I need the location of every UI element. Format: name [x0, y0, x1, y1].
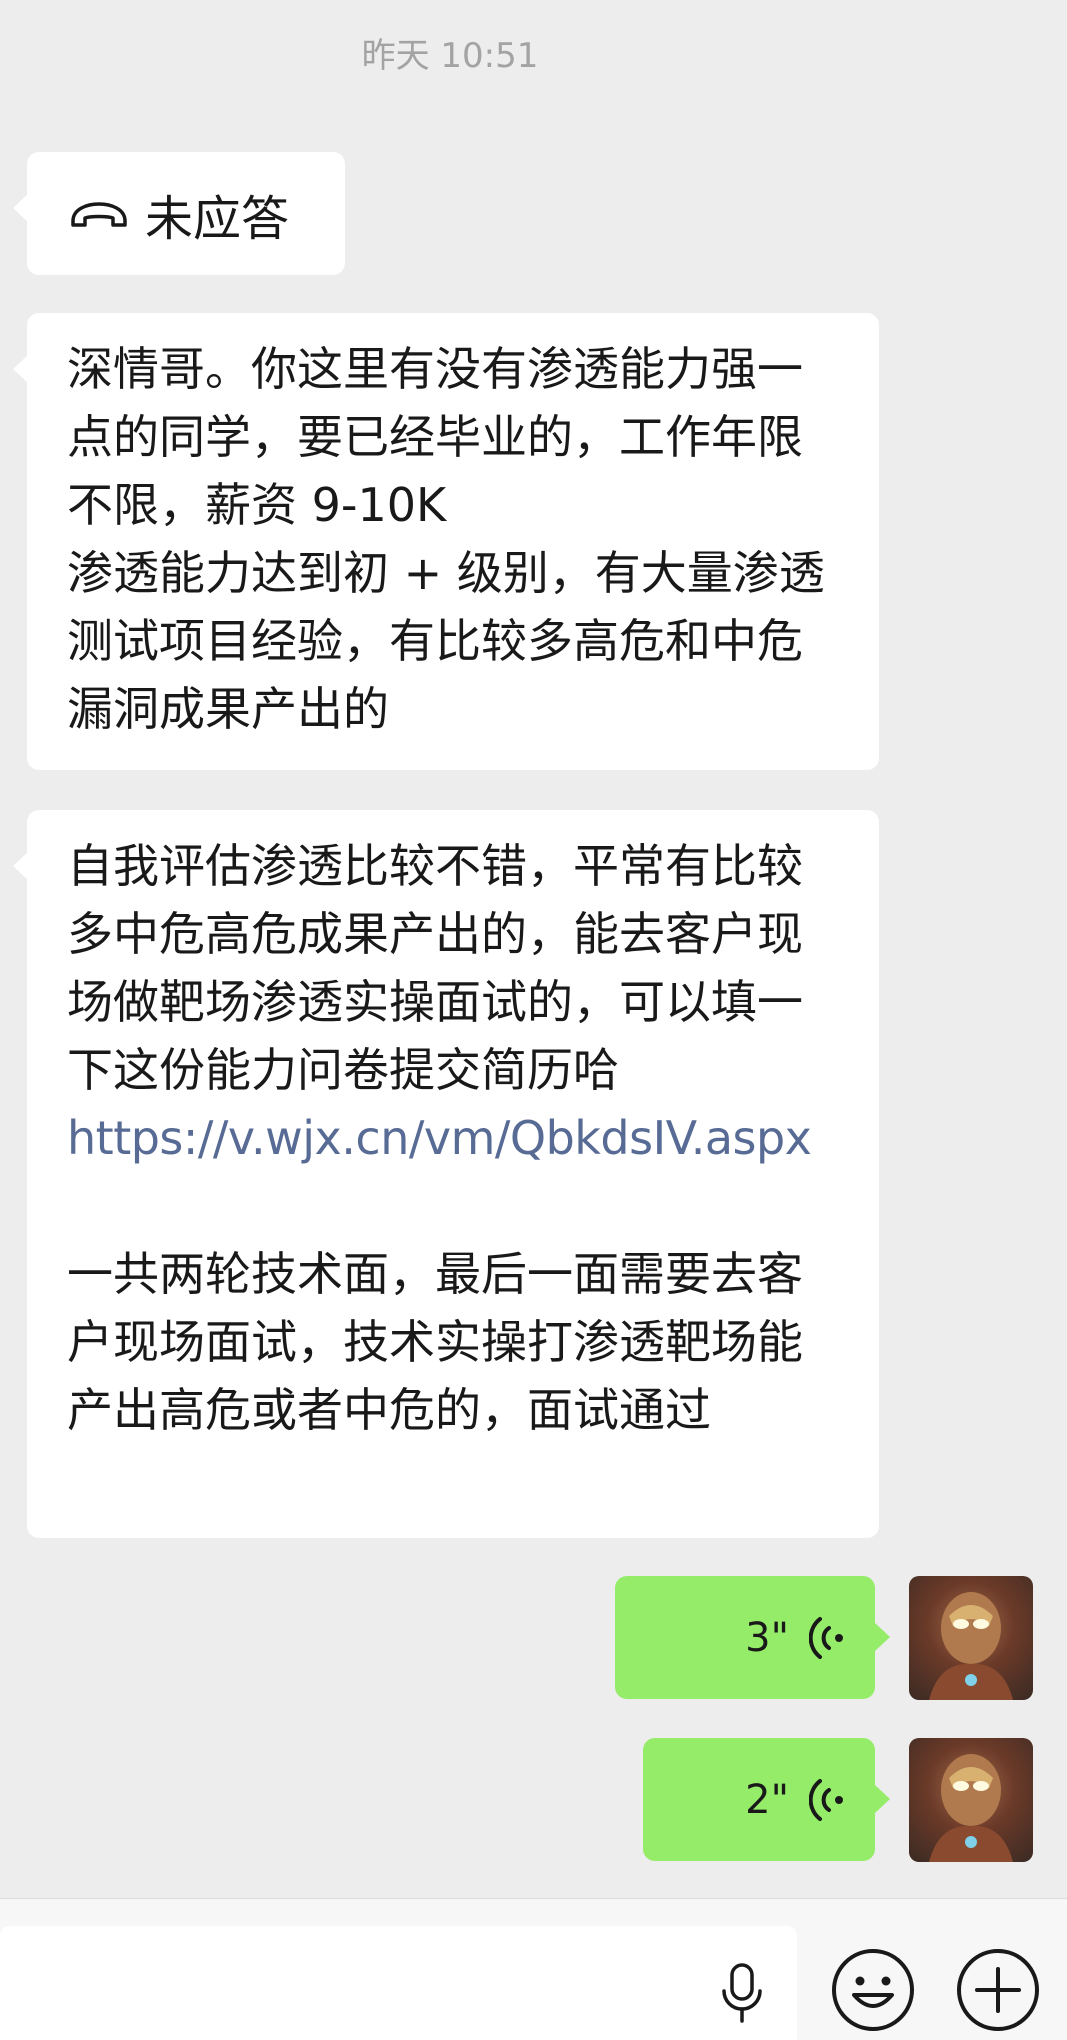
emoji-smile-icon[interactable]: [830, 1947, 916, 2033]
avatar-image: [929, 1754, 1013, 1862]
message-input[interactable]: [0, 1926, 797, 2040]
voice-duration: 2": [745, 1776, 789, 1823]
voice-message-2[interactable]: 2": [643, 1738, 890, 1861]
avatar[interactable]: [909, 1738, 1033, 1862]
microphone-icon[interactable]: [718, 1961, 766, 2025]
chat-timestamp: 昨天 10:51: [361, 36, 539, 76]
voice-wave-icon: [809, 1616, 843, 1659]
message-2-footer: 一共两轮技术面，最后一面需要去客户现场面试，技术实操打渗透靶场能产出高危或者中危…: [67, 1247, 803, 1437]
missed-call-bubble[interactable]: 未应答: [13, 152, 345, 275]
voice-message-1[interactable]: 3": [615, 1576, 890, 1699]
missed-call-label: 未应答: [145, 190, 290, 247]
incoming-message-1[interactable]: 深情哥。你这里有没有渗透能力强一点的同学，要已经毕业的，工作年限不限，薪资 9-…: [13, 313, 879, 770]
avatar-image: [929, 1592, 1013, 1700]
survey-link[interactable]: https://v.wjx.cn/vm/QbkdsIV.aspx: [67, 1111, 812, 1165]
voice-wave-icon: [809, 1778, 843, 1821]
message-2-text: 自我评估渗透比较不错，平常有比较多中危高危成果产出的，能去客户现场做靶场渗透实操…: [67, 839, 803, 1097]
plus-circle-icon[interactable]: [955, 1947, 1041, 2033]
input-bar: [0, 1898, 1067, 2040]
voice-duration: 3": [745, 1614, 789, 1661]
incoming-message-2[interactable]: 自我评估渗透比较不错，平常有比较多中危高危成果产出的，能去客户现场做靶场渗透实操…: [13, 810, 879, 1538]
phone-hangup-icon: [71, 201, 127, 227]
avatar[interactable]: [909, 1576, 1033, 1700]
